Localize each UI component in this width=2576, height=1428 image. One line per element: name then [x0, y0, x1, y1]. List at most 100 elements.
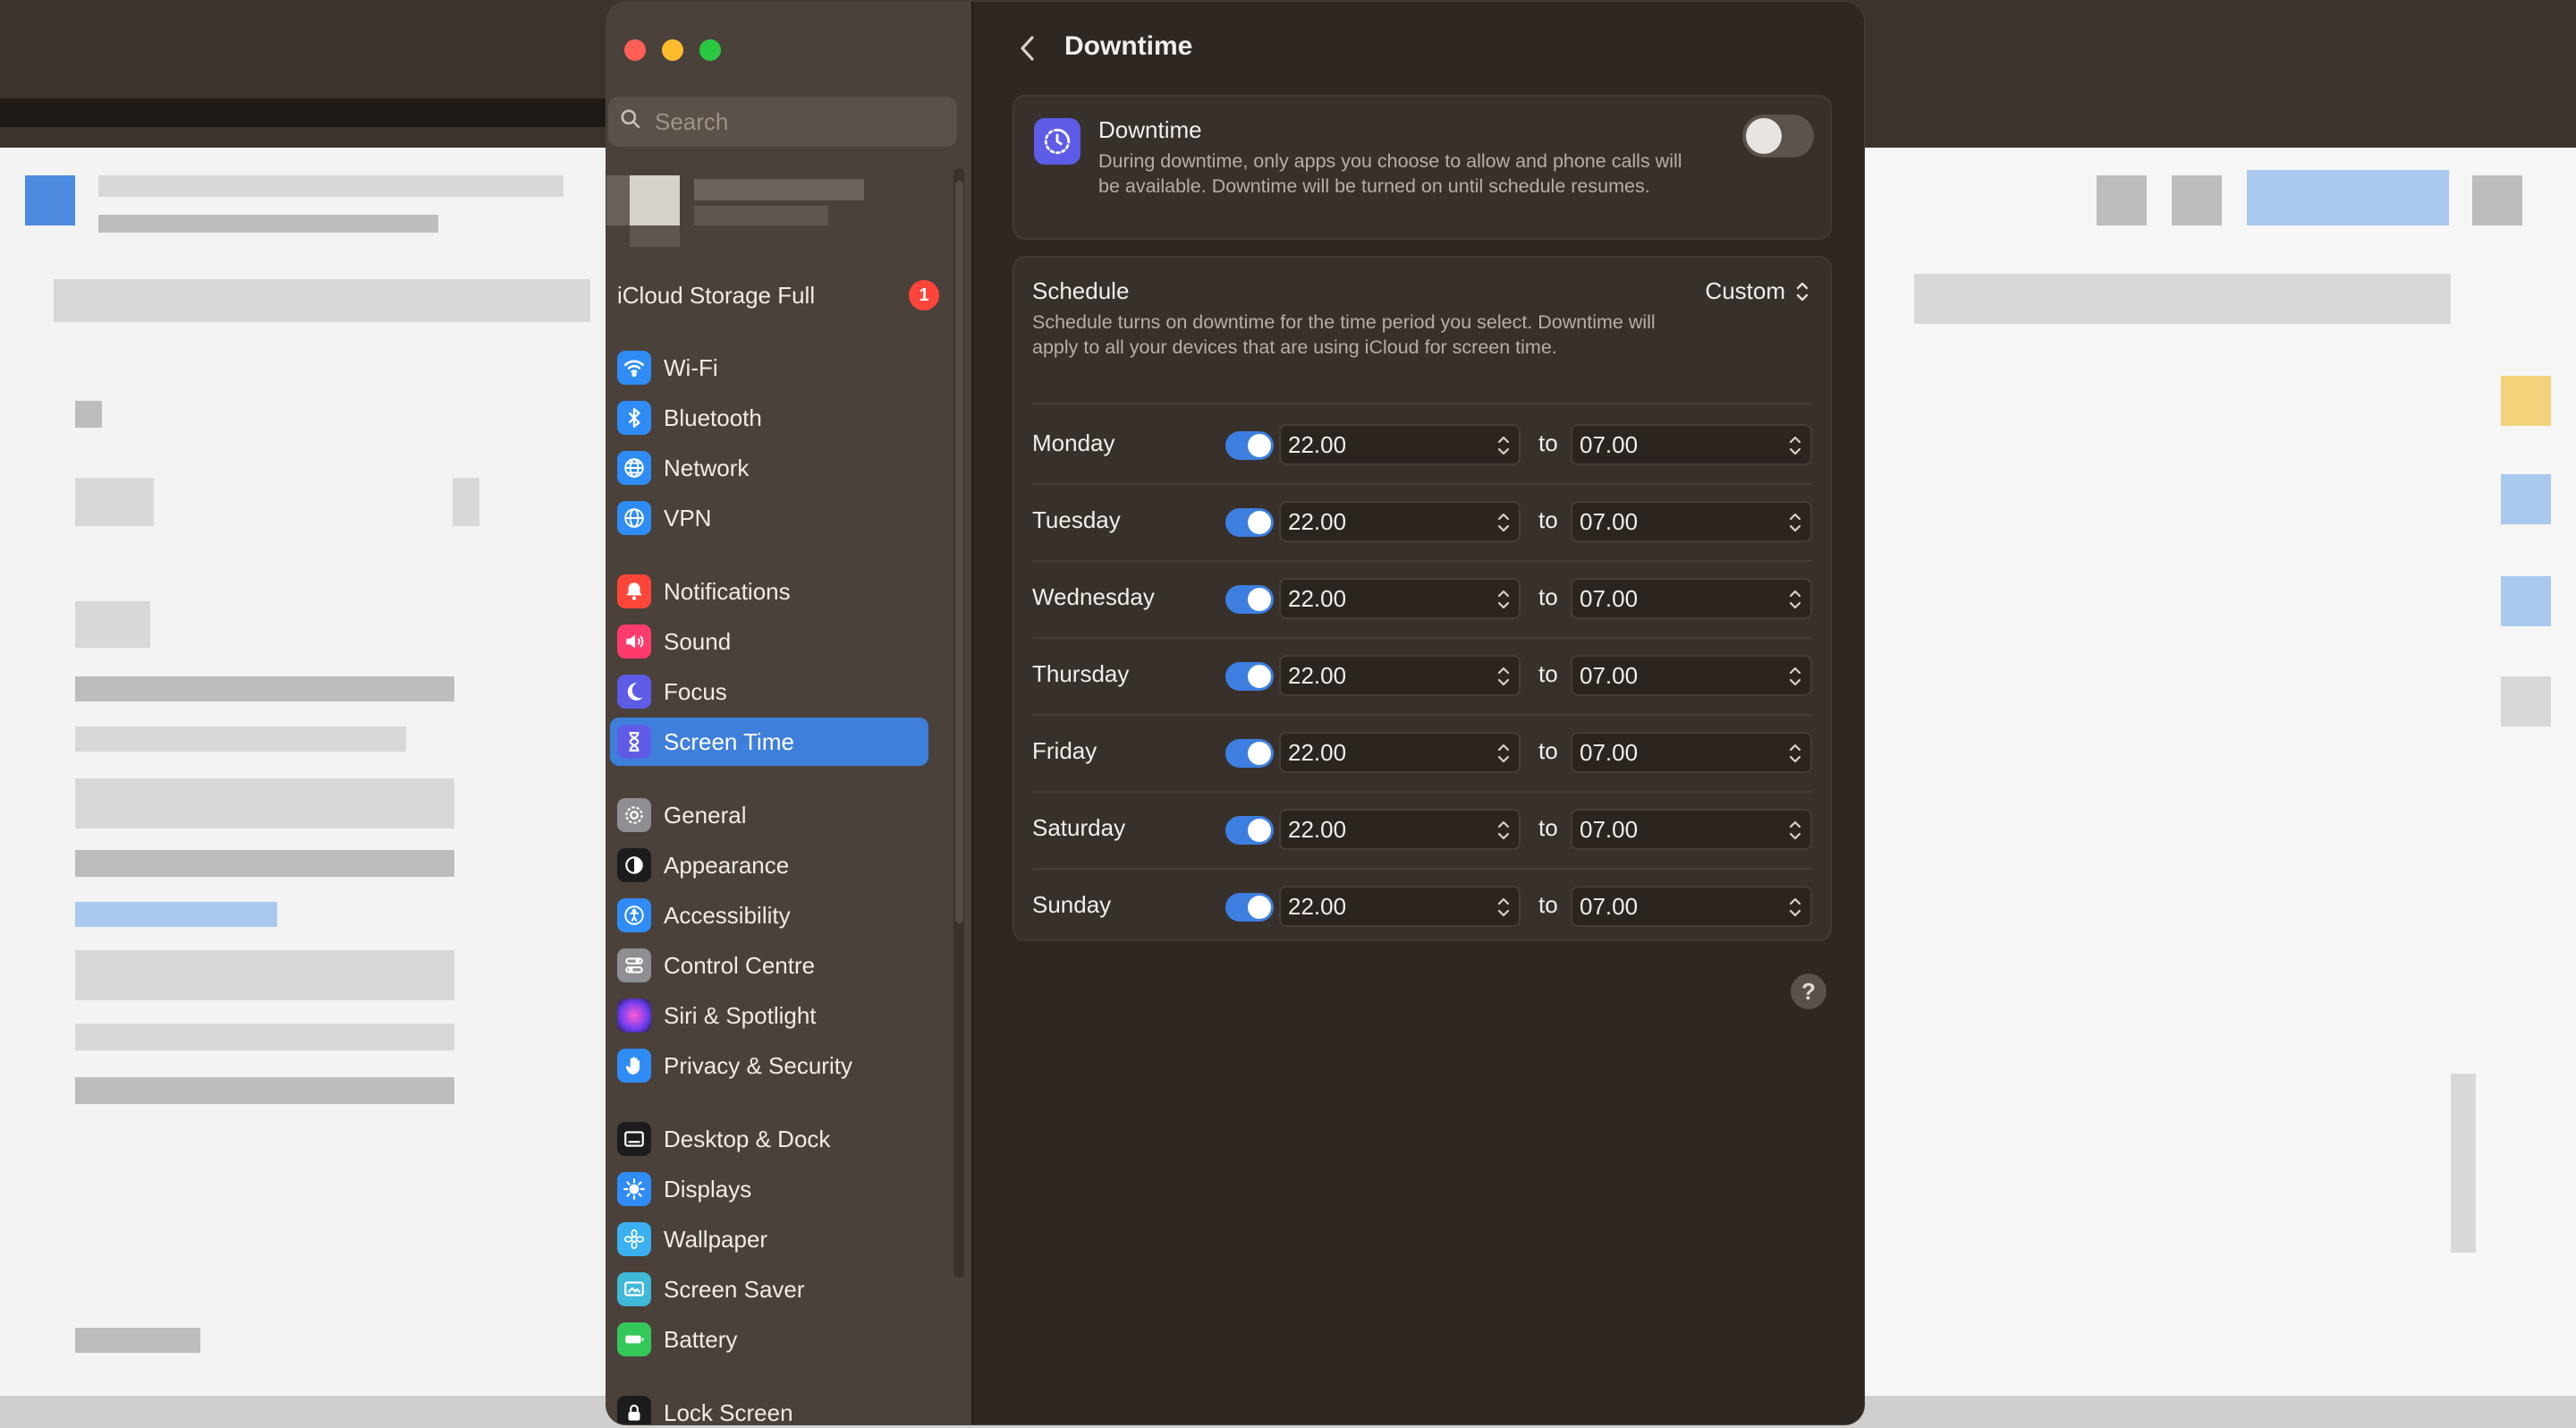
- start-time-value: 22.00: [1288, 584, 1347, 612]
- start-time-field[interactable]: 22.00: [1279, 501, 1521, 542]
- schedule-mode-popup[interactable]: Custom: [1705, 277, 1810, 305]
- sidebar-item-siri-spotlight[interactable]: Siri & Spotlight: [610, 991, 928, 1040]
- day-toggle[interactable]: [1225, 739, 1274, 768]
- sidebar-item-privacy-security[interactable]: Privacy & Security: [610, 1041, 928, 1090]
- stepper-icon[interactable]: [1496, 431, 1512, 460]
- sidebar-item-network[interactable]: Network: [610, 444, 928, 492]
- schedule-row-saturday: Saturday 22.00 to 07.00: [1014, 791, 1830, 868]
- end-time-field[interactable]: 07.00: [1571, 424, 1812, 465]
- backdrop-block: [2501, 676, 2551, 727]
- sidebar-item-accessibility[interactable]: Accessibility: [610, 891, 928, 939]
- backdrop-block: [453, 478, 479, 526]
- end-time-field[interactable]: 07.00: [1571, 809, 1812, 850]
- backdrop-block: [75, 401, 102, 428]
- downtime-title: Downtime: [1098, 116, 1202, 143]
- sidebar-item-label: Sound: [664, 627, 732, 655]
- sidebar-item-screen-time[interactable]: Screen Time: [610, 718, 928, 766]
- day-toggle[interactable]: [1225, 508, 1274, 537]
- sidebar-item-focus[interactable]: Focus: [610, 667, 928, 716]
- sidebar-item-notifications[interactable]: Notifications: [610, 567, 928, 616]
- sidebar-item-bluetooth[interactable]: Bluetooth: [610, 394, 928, 442]
- day-toggle[interactable]: [1225, 816, 1274, 845]
- stepper-icon[interactable]: [1787, 893, 1803, 922]
- start-time-value: 22.00: [1288, 892, 1347, 920]
- sidebar-item-battery[interactable]: Battery: [610, 1315, 928, 1364]
- sidebar-item-appearance[interactable]: Appearance: [610, 841, 928, 889]
- icloud-storage-alert[interactable]: iCloud Storage Full 1: [617, 277, 939, 313]
- backdrop-block: [1914, 274, 2451, 324]
- backdrop-block: [75, 950, 454, 1000]
- end-time-field[interactable]: 07.00: [1571, 578, 1812, 619]
- downtime-toggle[interactable]: [1742, 115, 1814, 157]
- day-name: Tuesday: [1032, 506, 1121, 533]
- sun-icon: [617, 1172, 651, 1206]
- day-toggle[interactable]: [1225, 431, 1274, 460]
- help-button[interactable]: ?: [1791, 973, 1826, 1009]
- start-time-field[interactable]: 22.00: [1279, 886, 1521, 927]
- start-time-value: 22.00: [1288, 507, 1347, 535]
- backdrop-block: [75, 727, 406, 752]
- end-time-field[interactable]: 07.00: [1571, 501, 1812, 542]
- sidebar-item-label: Privacy & Security: [664, 1051, 852, 1079]
- stepper-icon[interactable]: [1787, 662, 1803, 691]
- stepper-icon[interactable]: [1787, 585, 1803, 614]
- sidebar-item-general[interactable]: General: [610, 791, 928, 839]
- sidebar-item-lock-screen[interactable]: Lock Screen: [610, 1389, 928, 1424]
- sidebar-item-control-centre[interactable]: Control Centre: [610, 941, 928, 990]
- stepper-icon[interactable]: [1496, 508, 1512, 537]
- system-settings-window: Search iCloud Storage Full 1 Wi-Fi Bluet…: [606, 2, 1864, 1424]
- sidebar-item-desktop-dock[interactable]: Desktop & Dock: [610, 1115, 928, 1163]
- downtime-card: Downtime During downtime, only apps you …: [1013, 95, 1832, 240]
- window-controls: [624, 39, 721, 61]
- sidebar-item-label: Wallpaper: [664, 1225, 768, 1253]
- end-time-field[interactable]: 07.00: [1571, 655, 1812, 696]
- zoom-window-button[interactable]: [699, 39, 721, 61]
- start-time-field[interactable]: 22.00: [1279, 578, 1521, 619]
- day-name: Sunday: [1032, 891, 1112, 918]
- start-time-field[interactable]: 22.00: [1279, 809, 1521, 850]
- stepper-icon[interactable]: [1496, 816, 1512, 845]
- sidebar-item-wifi[interactable]: Wi-Fi: [610, 344, 928, 392]
- start-time-field[interactable]: 22.00: [1279, 655, 1521, 696]
- day-name: Friday: [1032, 737, 1097, 764]
- end-time-field[interactable]: 07.00: [1571, 886, 1812, 927]
- stepper-icon[interactable]: [1787, 816, 1803, 845]
- sidebar-item-vpn[interactable]: VPN: [610, 494, 928, 542]
- stepper-icon[interactable]: [1787, 431, 1803, 460]
- start-time-field[interactable]: 22.00: [1279, 732, 1521, 773]
- divider: [1032, 403, 1812, 404]
- vpn-globe-icon: [617, 501, 651, 535]
- sidebar-item-displays[interactable]: Displays: [610, 1165, 928, 1213]
- stepper-icon[interactable]: [1496, 662, 1512, 691]
- sidebar-item-label: Accessibility: [664, 901, 791, 929]
- sidebar-item-label: Wi-Fi: [664, 353, 718, 381]
- close-window-button[interactable]: [624, 39, 646, 61]
- minimize-window-button[interactable]: [662, 39, 683, 61]
- stepper-icon[interactable]: [1787, 508, 1803, 537]
- sidebar-item-wallpaper[interactable]: Wallpaper: [610, 1215, 928, 1263]
- sidebar-scrollbar-thumb[interactable]: [955, 181, 963, 923]
- sidebar-item-screen-saver[interactable]: Screen Saver: [610, 1265, 928, 1313]
- sidebar-item-label: Appearance: [664, 851, 790, 879]
- stepper-icon[interactable]: [1787, 739, 1803, 768]
- back-button[interactable]: [1014, 32, 1041, 64]
- stepper-icon[interactable]: [1496, 893, 1512, 922]
- sidebar-item-label: Battery: [664, 1325, 738, 1353]
- screen-saver-icon: [617, 1272, 651, 1306]
- end-time-value: 07.00: [1580, 738, 1639, 766]
- bluetooth-icon: [617, 401, 651, 435]
- apple-account-blurred[interactable]: [606, 172, 866, 270]
- start-time-value: 22.00: [1288, 738, 1347, 766]
- sidebar-item-sound[interactable]: Sound: [610, 617, 928, 666]
- stepper-icon[interactable]: [1496, 585, 1512, 614]
- globe-icon: [617, 451, 651, 485]
- day-toggle[interactable]: [1225, 893, 1274, 922]
- stepper-icon[interactable]: [1496, 739, 1512, 768]
- day-toggle[interactable]: [1225, 585, 1274, 614]
- day-toggle[interactable]: [1225, 662, 1274, 691]
- start-time-field[interactable]: 22.00: [1279, 424, 1521, 465]
- schedule-row-thursday: Thursday 22.00 to 07.00: [1014, 637, 1830, 714]
- end-time-field[interactable]: 07.00: [1571, 732, 1812, 773]
- search-field[interactable]: Search: [608, 97, 957, 147]
- blur-block: [606, 175, 630, 225]
